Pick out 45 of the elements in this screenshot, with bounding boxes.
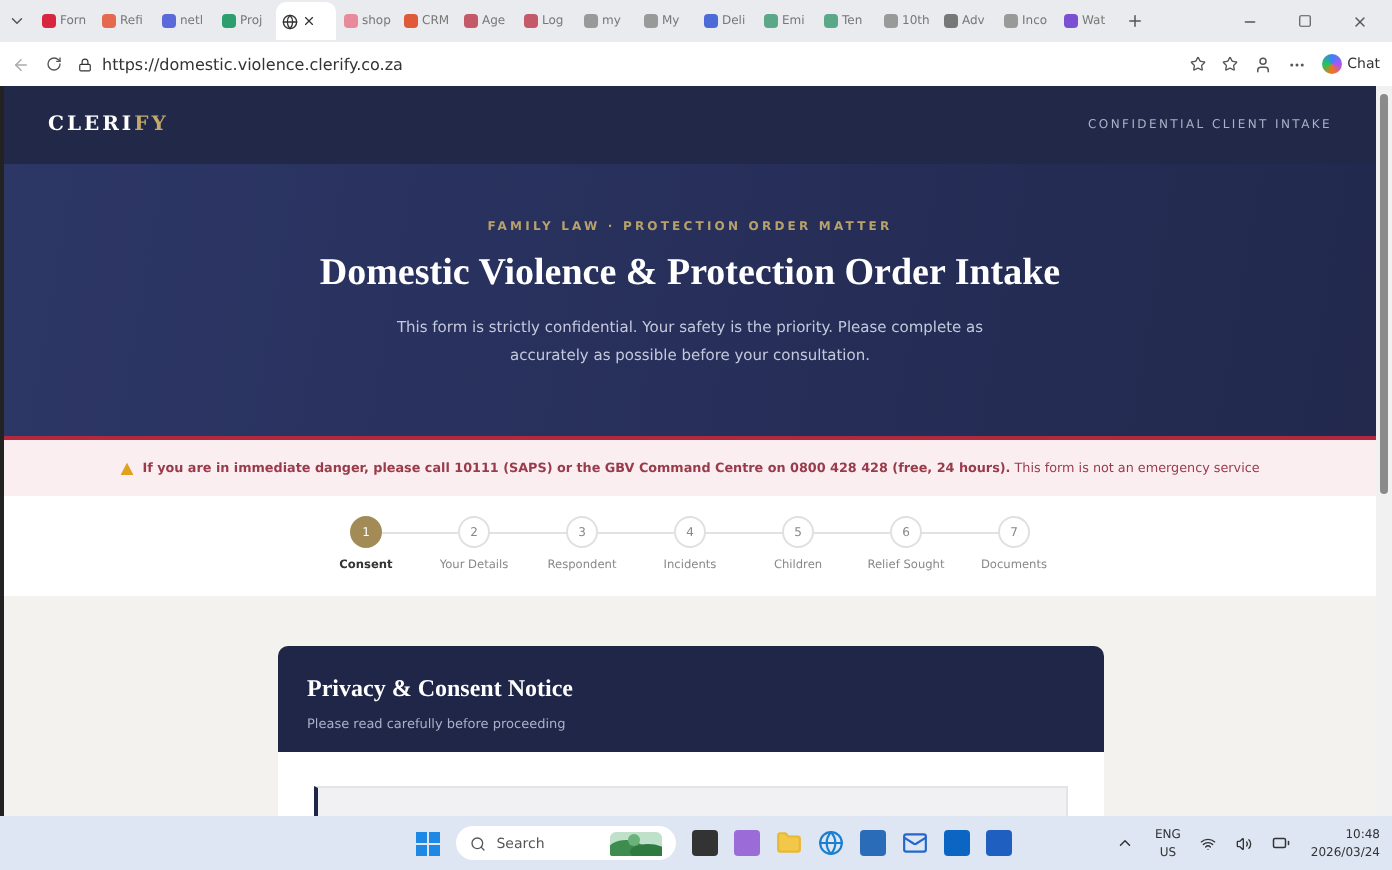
battery-icon[interactable] <box>1272 834 1291 852</box>
tab-favicon-icon <box>162 14 176 28</box>
address-field[interactable]: https://domestic.violence.clerify.co.za <box>78 47 1174 81</box>
tab-favicon-icon <box>222 14 236 28</box>
tab-favicon-icon <box>1064 14 1078 28</box>
start-icon[interactable] <box>416 831 441 855</box>
tray-chevron-icon[interactable] <box>1116 834 1135 852</box>
tab-favicon-icon <box>1004 14 1018 28</box>
tab-favicon-icon <box>404 14 418 28</box>
search-icon <box>470 835 487 851</box>
favorite-icon[interactable] <box>1189 56 1206 72</box>
browser-tab[interactable] <box>276 2 336 40</box>
app-icon[interactable] <box>986 830 1013 856</box>
close-icon[interactable] <box>1352 13 1368 29</box>
new-tab-icon[interactable] <box>1126 12 1144 30</box>
warning-icon <box>120 461 135 475</box>
close-icon[interactable] <box>302 14 316 28</box>
wifi-icon[interactable] <box>1200 835 1217 851</box>
tab-favicon-icon <box>464 14 478 28</box>
maximize-icon[interactable] <box>1298 13 1312 27</box>
tab-favicon-icon <box>764 14 778 28</box>
app-icon[interactable] <box>734 830 761 856</box>
page-title: Domestic Violence & Protection Order Intake <box>319 252 1061 296</box>
profile-icon[interactable] <box>1253 55 1272 73</box>
lock-icon <box>78 57 92 71</box>
reload-icon[interactable] <box>46 56 62 72</box>
tab-favicon-icon <box>344 14 358 28</box>
favorites-icon[interactable] <box>1221 56 1238 72</box>
tab-favicon-icon <box>584 14 598 28</box>
app-icon[interactable] <box>944 830 971 856</box>
tab-favicon-icon <box>524 14 538 28</box>
tab-favicon-icon <box>884 14 898 28</box>
globe-icon <box>282 13 298 29</box>
card-title: Privacy & Consent Notice <box>307 674 575 704</box>
tab-favicon-icon <box>944 14 958 28</box>
tab-favicon-icon <box>704 14 718 28</box>
volume-icon[interactable] <box>1236 835 1253 851</box>
tab-favicon-icon <box>644 14 658 28</box>
browser-icon[interactable] <box>818 830 845 856</box>
brand-logo[interactable]: CLERIFY <box>48 114 169 136</box>
tab-favicon-icon <box>42 14 56 28</box>
tab-favicon-icon <box>102 14 116 28</box>
tab-favicon-icon <box>824 14 838 28</box>
tab-list-icon[interactable] <box>8 12 26 30</box>
mail-icon[interactable] <box>902 830 929 856</box>
